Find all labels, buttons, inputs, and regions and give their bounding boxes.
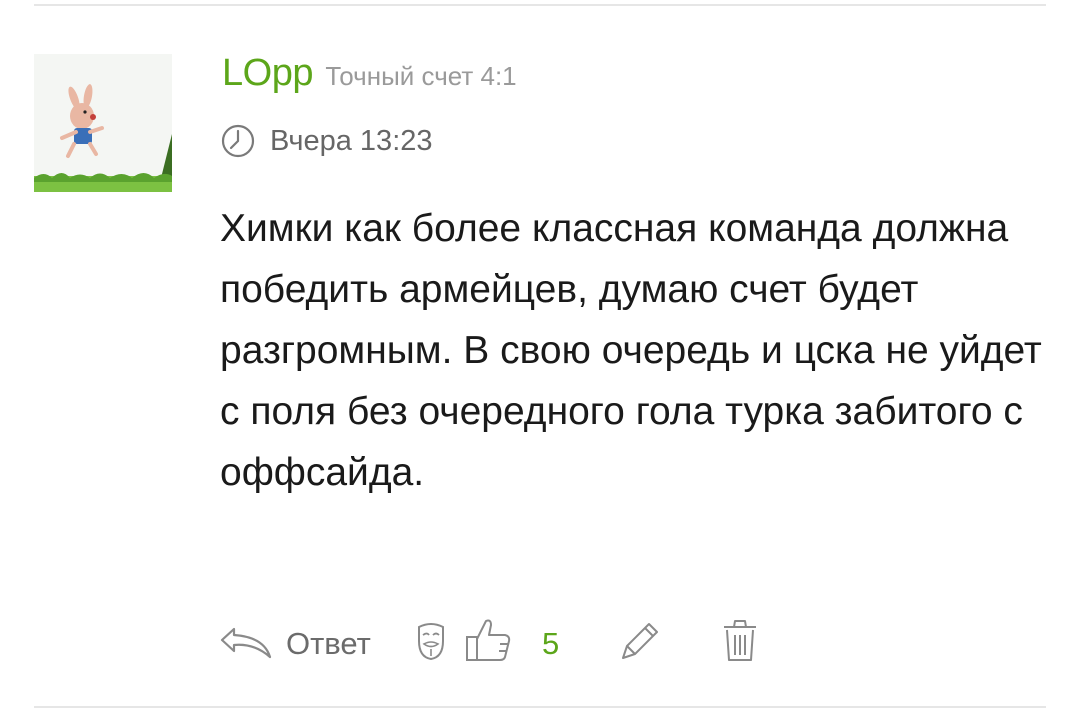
- prediction-label: Точный счет 4:1: [325, 61, 517, 91]
- thumbs-up-icon[interactable]: [464, 617, 512, 663]
- anonymous-mask-icon[interactable]: [416, 621, 446, 661]
- pencil-icon[interactable]: [618, 619, 662, 663]
- like-count: 5: [542, 626, 560, 661]
- clock-icon: [221, 124, 255, 158]
- trash-icon[interactable]: [720, 617, 760, 663]
- comment-time: Вчера 13:23: [270, 124, 433, 157]
- reply-icon[interactable]: [220, 625, 274, 661]
- bottom-divider: [34, 706, 1046, 708]
- timestamp-row: Вчера 13:23: [220, 123, 433, 159]
- avatar-image: [34, 54, 172, 192]
- reply-button[interactable]: Ответ: [286, 626, 371, 662]
- user-avatar[interactable]: [34, 54, 172, 192]
- author-name[interactable]: LOpp: [222, 52, 313, 94]
- comment-text: Химки как более классная команда должна …: [220, 207, 1042, 494]
- comment-header: LOpp Точный счет 4:1: [222, 52, 517, 95]
- top-divider: [34, 4, 1046, 6]
